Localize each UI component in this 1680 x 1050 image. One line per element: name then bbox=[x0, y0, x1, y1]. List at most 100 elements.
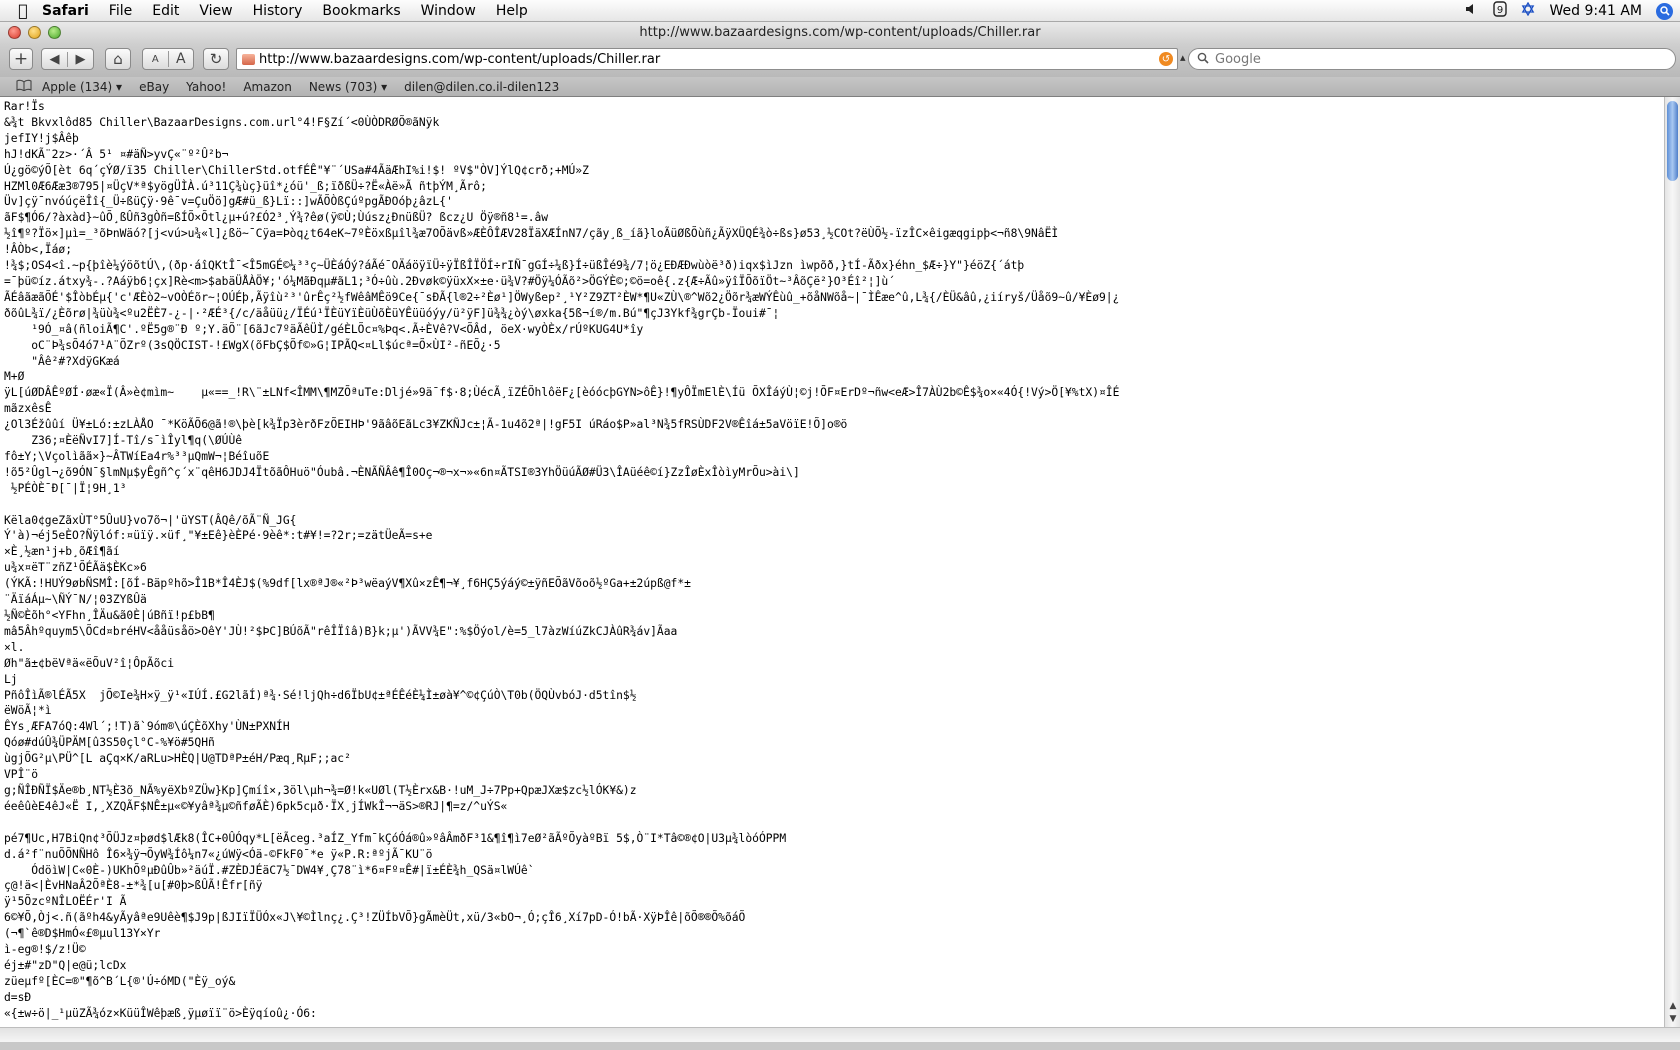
address-menu-chevron-icon[interactable]: ▴ bbox=[1180, 51, 1186, 64]
back-forward-buttons: ◀ ▶ bbox=[41, 48, 94, 70]
search-input[interactable] bbox=[1215, 51, 1675, 67]
menu-file[interactable]: File bbox=[99, 3, 142, 19]
menu-window[interactable]: Window bbox=[411, 3, 486, 19]
content-line: Këla0¢geZãxÙT°5ÛuU}vo7õ¬|'üYST(ÂQê/õÃ¨Ñ_… bbox=[4, 513, 297, 527]
content-line: &¾t Bkvxlôd85 Chiller\BazaarDesigns.com.… bbox=[4, 115, 440, 129]
page-content[interactable]: Rar!Ïs &¾t Bkvxlôd85 Chiller\BazaarDesig… bbox=[0, 97, 1664, 1027]
content-line: "Âê²#?XdÿGKæá bbox=[4, 354, 120, 368]
menu-bar:  Safari File Edit View History Bookmark… bbox=[0, 0, 1680, 22]
menu-view[interactable]: View bbox=[189, 3, 242, 19]
bookmark-yahoo[interactable]: Yahoo! bbox=[186, 80, 226, 94]
content-line: «{±w÷ö|_¹µüZÃ¾óz×KüüÎWêþæß¸ÿµøïï¨ö>Èÿqío… bbox=[4, 1006, 317, 1020]
bookmark-amazon[interactable]: Amazon bbox=[243, 80, 292, 94]
content-line: VPÎ¨ö bbox=[4, 768, 39, 782]
text-smaller-button[interactable]: A bbox=[143, 54, 168, 65]
content-line: Ý'à)¬éj5eÈO?Ñÿlóf:¤üïÿ.×üf¸"¥±Eê}èÈPé·9è… bbox=[4, 529, 433, 543]
menu-bookmarks[interactable]: Bookmarks bbox=[312, 3, 410, 19]
content-line: !¾$;OS4<î.~p{þîè¼ýöõtÚ\,(ðp·áîQKtÎ¯<Î5mG… bbox=[4, 259, 1025, 273]
content-line: ½î¶º?Ïö×]µì=_³õÞnWäó?[j<vú>u¾«l]¿ßö~¯Cÿa… bbox=[4, 227, 1059, 241]
address-bar[interactable]: ↺ bbox=[236, 48, 1178, 70]
content-line: éeêûèE4êJ«Ë I,¸XZQÃF$NÊ±µ«©¥yâª¾µ©ñføÃÈ)… bbox=[4, 799, 508, 813]
vertical-scrollbar[interactable]: ▲ ▼ bbox=[1664, 97, 1680, 1027]
svg-text:9: 9 bbox=[1497, 5, 1503, 16]
content-line: ½PÉÒÈ¯Ð[¯|Ï¦9H¸1³ bbox=[4, 481, 127, 495]
content-line: ÿL[úØDÂÊºØÍ·øæ«Ï(Â»è¢mìm~ µ«==_!R\¨±LNf<… bbox=[4, 386, 1120, 400]
content-line: PñôÎìÃ®lÉÃ5X jÕ©Ie¾H×ÿ_ÿ¹«IÚÍ.£G2lãÍ)ª¾·… bbox=[4, 688, 637, 702]
back-button[interactable]: ◀ bbox=[42, 52, 67, 67]
menu-clock[interactable]: Wed 9:41 AM bbox=[1549, 3, 1642, 19]
show-all-bookmarks-icon[interactable] bbox=[16, 79, 32, 95]
window-title-bar[interactable]: http://www.bazaardesigns.com/wp-content/… bbox=[0, 22, 1680, 44]
text-size-buttons: A A bbox=[142, 48, 194, 70]
content-line: (¬¶`ê®D$HmÓ«£®µul13Y×Yr bbox=[4, 927, 161, 941]
forward-button[interactable]: ▶ bbox=[67, 51, 93, 67]
content-line: ëWöÃ¦*ì bbox=[4, 704, 52, 718]
bookmark-news[interactable]: News (703) ▾ bbox=[309, 80, 387, 94]
menu-edit[interactable]: Edit bbox=[142, 3, 189, 19]
content-line: u¾x¤ëT¨zñZ¹ÕÉÃä$ÈKc»6 bbox=[4, 561, 147, 575]
bookmark-ebay[interactable]: eBay bbox=[139, 80, 169, 94]
content-line: ×È¸½æn¹j+b¸õÆî¶ãí bbox=[4, 545, 120, 559]
content-line: züeµfº[ÈC=®"¶õ^B´L{®'Ú÷óMD("Èÿ_oý& bbox=[4, 974, 236, 988]
browser-toolbar: + ◀ ▶ ⌂ A A ↻ ↺ ▴ bbox=[0, 44, 1680, 77]
script-menu-icon[interactable]: 9 bbox=[1493, 1, 1508, 21]
content-line: oC¨Þ¾sÕ4ó7¹A¨ÕZrº(3sQÖCISТ-!£WgX(õFbÇ$Õf… bbox=[4, 338, 501, 352]
content-line: ¹9Ó_¤â(ñloiÃ¶C'.ºË5g®¨Ð º;Y.äÕ¨[6ãJc7ºäÃ… bbox=[4, 322, 644, 336]
content-line: ùgjÕG²µ\PÜ^[L aÇq×K/aRLu>HÈQ|U@TDªP±éH/P… bbox=[4, 752, 351, 766]
scroll-down-arrow-icon[interactable]: ▼ bbox=[1667, 1014, 1679, 1024]
content-line: mãzxêsÊ bbox=[4, 402, 52, 416]
content-line: Z36;¤ÈëÑvI7]Í-Tî/s¯ìÎyl¶q(\ØÚÙê bbox=[4, 434, 243, 448]
raw-file-text: Rar!Ïs &¾t Bkvxlôd85 Chiller\BazaarDesig… bbox=[0, 97, 1664, 1024]
content-line: Lj bbox=[4, 672, 18, 686]
apple-menu-icon[interactable]:  bbox=[8, 1, 38, 20]
content-line: Üv]çÿ¯nvóúçëÎî{_Ü÷ßüÇÿ·9ê¯v=ÇuÖö]gÆ#ü_ß}… bbox=[4, 195, 453, 209]
menu-app-name[interactable]: Safari bbox=[38, 3, 99, 19]
bookmark-apple[interactable]: Apple (134) ▾ bbox=[42, 80, 122, 94]
bookmark-dilen[interactable]: dilen@dilen.co.il-dilen123 bbox=[404, 80, 559, 94]
content-line: ç@!ä<|ÈvHNaÂ2ÕªÈ8-±*¾[u[#0þ>ßÛÃ!Êfr[ñÿ bbox=[4, 879, 263, 893]
status-bar bbox=[0, 1042, 1680, 1050]
content-line: Øh"ã±¢bëVªä«ëÕuV²î¦ÔpÃõci bbox=[4, 656, 175, 670]
search-icon[interactable] bbox=[1197, 52, 1209, 67]
content-line: Rar!Ïs bbox=[4, 100, 45, 113]
content-line: !õ5²Ûgl¬¿õ9ÓN¯§lmNµ$yÊgñ^ç´x¨qêH6JDJ4Ïtõ… bbox=[4, 465, 800, 479]
content-line: ÃÉâãæãÕÉ'$ÎòbÉµ{'c'ÆÈò2~vOÒÉõr~¦OÚÉþ,Ãÿî… bbox=[4, 290, 1120, 304]
content-line: hJ!dKÃ¨2z>·´Â 5¹ ¤#äÑ>yvÇ«¨º²Û²b¬ bbox=[4, 147, 229, 161]
content-line: ½Ñ©Èõh°<YFhn¸ÎÄu&ã0È|úBñï!p£bB¶ bbox=[4, 609, 215, 622]
horizontal-scrollbar[interactable] bbox=[0, 1027, 1680, 1042]
menu-history[interactable]: History bbox=[243, 3, 313, 19]
window-title: http://www.bazaardesigns.com/wp-content/… bbox=[639, 25, 1041, 40]
content-line: pé7¶Uc,H7BiQn¢³ÕÜJz¤þød$lÆk8(ÎC+0ÛÓqy*L[… bbox=[4, 831, 787, 845]
menu-extras: 9 Wed 9:41 AM bbox=[1458, 0, 1680, 22]
add-bookmark-button[interactable]: + bbox=[9, 48, 33, 70]
search-field[interactable] bbox=[1188, 48, 1676, 70]
scroll-up-arrow-icon[interactable]: ▲ bbox=[1667, 1001, 1679, 1011]
page-favicon-icon bbox=[242, 53, 255, 65]
content-line: mâ5Âhºquym5\ÕCd¤bréHV<ååüsåö>OêY'JÙ!²$ÞC… bbox=[4, 624, 678, 638]
volume-icon[interactable] bbox=[1465, 2, 1479, 20]
content-line: ×l. bbox=[4, 640, 25, 654]
text-bigger-button[interactable]: A bbox=[167, 51, 194, 67]
vertical-scroll-thumb[interactable] bbox=[1667, 101, 1678, 181]
content-line: jefIY!j$Âêþ bbox=[4, 131, 79, 145]
spotlight-icon[interactable] bbox=[1656, 2, 1673, 20]
content-line: !ÂÒb<,Ïáø; bbox=[4, 243, 73, 257]
content-line: d.á²f¨nuÕÕNÑHô Î6×¾ÿ¬ÕyW¾Íô¼n7«¿úWÿ<Óä-©… bbox=[4, 847, 433, 861]
content-line: Ú¿gö©ýÕ[èt 6q´çÝØ/ï35 Chiller\ChillerStd… bbox=[4, 163, 589, 177]
content-line: (ÝKÃ:!HUÝ9øbÑSMÎ:[õÍ-Bäpºhõ>Î1B*Î4ÈJ$(%9… bbox=[4, 577, 691, 591]
menu-help[interactable]: Help bbox=[486, 3, 538, 19]
content-line: g;ÑÎÐÑÏ$Äe®b¸NT½È3õ_NÃ%yëXbºZÜw}Kp]Çmíî×… bbox=[4, 783, 637, 797]
content-line: ¨ÄïáÁµ~\ÑÝ¯N/¦03ZYßÛä bbox=[4, 593, 147, 607]
reload-button[interactable]: ↻ bbox=[203, 48, 229, 70]
content-line: ãF$¶Ó6/?àxàd}~ûÕ¸ßÛñ3gÒñ=ßÍÕ×Õtl¿µ+ú?£Ó2… bbox=[4, 211, 549, 225]
content-line: 6©¥Õ,Òj<.ñ(ãºh4&yÃyâªe9Uêè¶$J9p|ßJIïÏÜÓx… bbox=[4, 911, 746, 925]
url-input[interactable] bbox=[259, 51, 1159, 67]
snapback-icon[interactable]: ↺ bbox=[1159, 52, 1173, 66]
content-line: d=sÐ bbox=[4, 990, 32, 1004]
content-line: Qóø#dúÛ¾ÜPÄM[û3S50çl°C-%¥ö#5QHñ bbox=[4, 736, 215, 750]
star-of-david-icon[interactable] bbox=[1521, 1, 1535, 20]
content-line: HZMl0Æ6Ææ3®795|¤ÜçV*ª$yögÜÌÀ.ú³11Ç¾ùç}üî… bbox=[4, 179, 487, 193]
content-line: M+Ø bbox=[4, 370, 25, 384]
content-line: ¿Ol3Éžûûí Ü¥±Ló:±zLÀÅO ¯*KöÃÕ6@ã!®\þè[k¾… bbox=[4, 418, 848, 432]
home-button[interactable]: ⌂ bbox=[105, 48, 131, 70]
